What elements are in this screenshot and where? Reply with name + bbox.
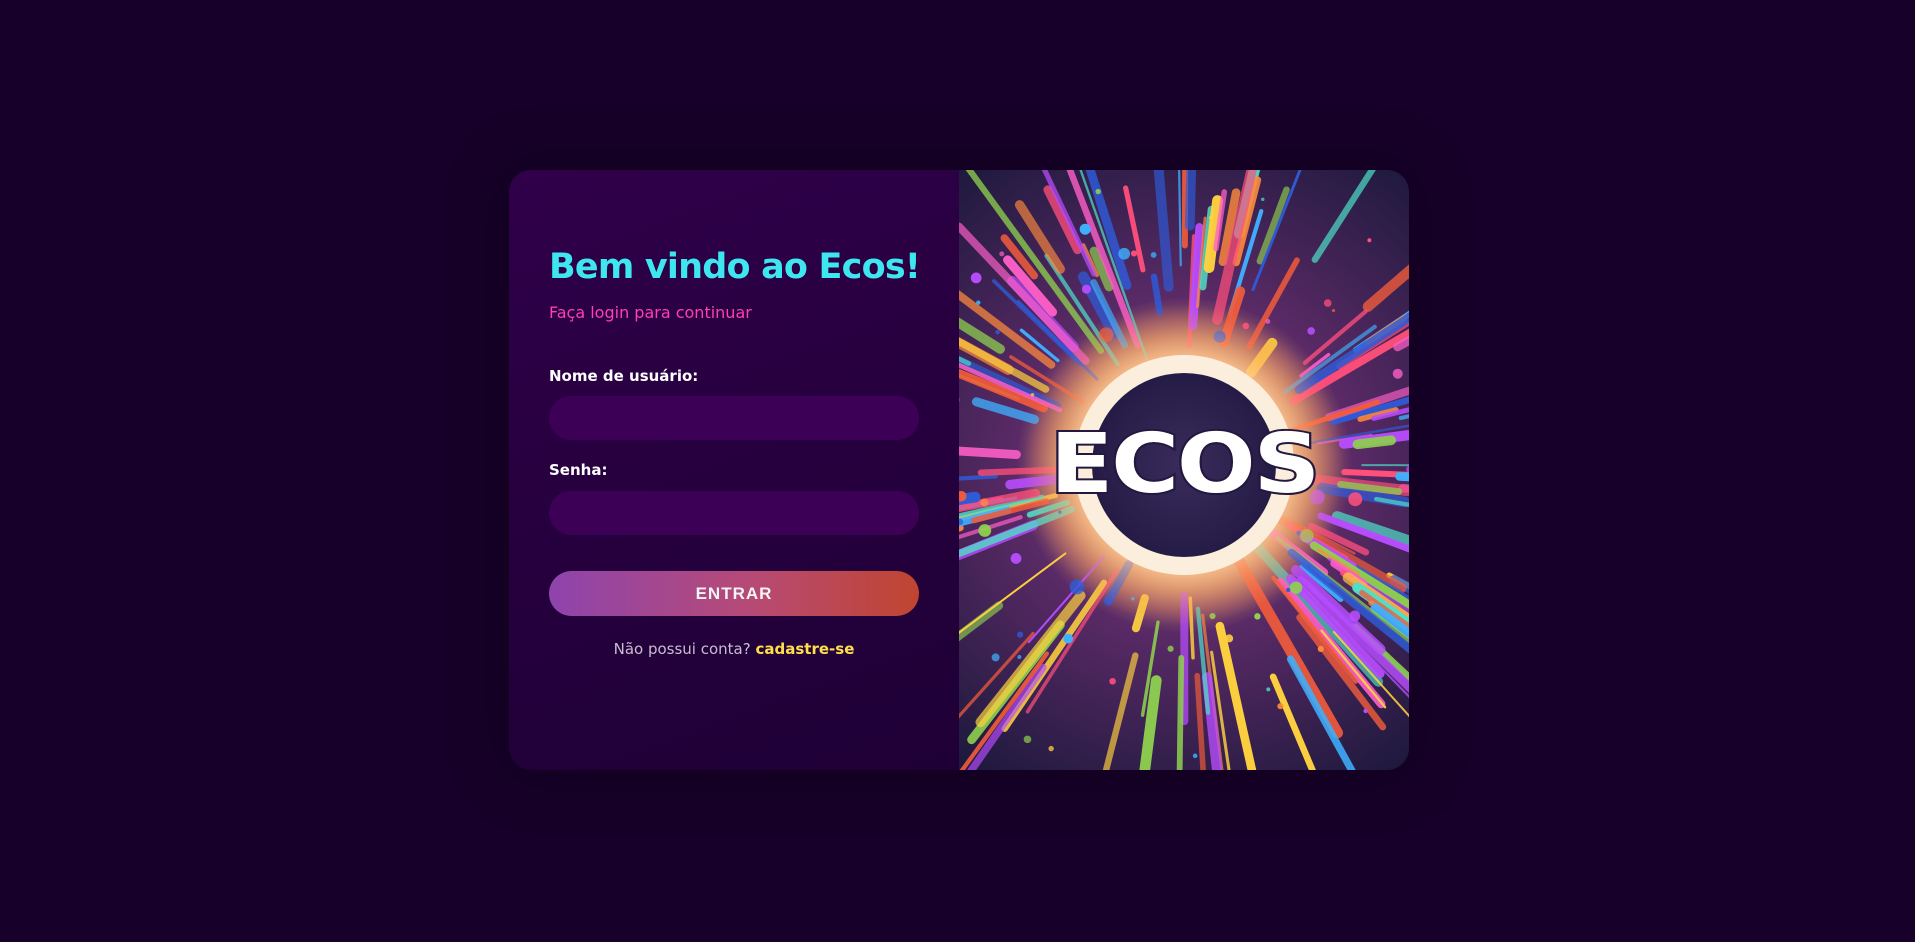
burst-particle — [1266, 687, 1271, 692]
burst-ray — [1184, 170, 1197, 231]
burst-particle — [1286, 587, 1291, 593]
ecos-logo-text: ECOS — [1050, 417, 1318, 512]
burst-particle — [1348, 492, 1363, 507]
login-button[interactable]: ENTRAR — [549, 571, 919, 616]
signup-link[interactable]: cadastre-se — [756, 640, 855, 658]
burst-particle — [1010, 553, 1022, 564]
burst-particle — [1208, 215, 1214, 221]
login-subtitle: Faça login para continuar — [549, 303, 752, 322]
username-input[interactable] — [549, 396, 919, 440]
burst-particle — [1277, 703, 1284, 710]
burst-particle — [1023, 735, 1032, 744]
login-card: Bem vindo ao Ecos! Faça login para conti… — [509, 170, 1409, 770]
burst-particle — [1317, 645, 1324, 652]
burst-ray — [1176, 655, 1185, 770]
burst-particle — [1367, 238, 1372, 243]
burst-particle — [1289, 581, 1303, 594]
burst-particle — [1079, 223, 1091, 235]
burst-particle — [1331, 308, 1336, 313]
burst-particle — [1017, 631, 1024, 638]
burst-ray — [1352, 435, 1397, 450]
ecos-hero-image: ECOS — [959, 170, 1409, 770]
burst-particle — [976, 300, 981, 305]
burst-particle — [1261, 197, 1265, 202]
burst-particle — [1081, 284, 1092, 294]
burst-particle — [1392, 368, 1403, 379]
burst-particle — [991, 653, 1000, 662]
burst-particle — [1095, 188, 1101, 195]
signup-prompt-row: Não possui conta? cadastre-se — [549, 640, 919, 658]
burst-particle — [1307, 327, 1315, 335]
burst-particle — [1349, 610, 1361, 622]
burst-particle — [1167, 645, 1174, 652]
password-input[interactable] — [549, 491, 919, 535]
burst-particle — [970, 272, 982, 284]
burst-particle — [980, 498, 989, 507]
burst-particle — [978, 524, 992, 537]
burst-particle — [1192, 753, 1198, 759]
burst-ray — [1181, 170, 1189, 249]
login-form-panel: Bem vindo ao Ecos! Faça login para conti… — [509, 170, 959, 770]
burst-particle — [1109, 677, 1116, 685]
burst-particle — [999, 251, 1005, 257]
burst-particle — [1048, 745, 1054, 752]
burst-particle — [1118, 247, 1131, 260]
welcome-title: Bem vindo ao Ecos! — [549, 247, 921, 287]
burst-artwork: ECOS — [959, 170, 1409, 770]
burst-particle — [1225, 634, 1234, 643]
burst-particle — [1323, 299, 1332, 307]
burst-particle — [1254, 613, 1261, 620]
burst-particle — [1150, 251, 1157, 258]
username-label: Nome de usuário: — [549, 367, 699, 385]
burst-particle — [1363, 708, 1368, 714]
burst-particle — [995, 329, 1000, 335]
signup-prompt-text: Não possui conta? — [613, 640, 751, 658]
burst-particle — [1130, 250, 1138, 257]
password-label: Senha: — [549, 461, 608, 479]
burst-particle — [1063, 633, 1074, 644]
burst-particle — [1030, 392, 1035, 397]
burst-particle — [1265, 318, 1271, 324]
burst-particle — [1017, 655, 1022, 660]
